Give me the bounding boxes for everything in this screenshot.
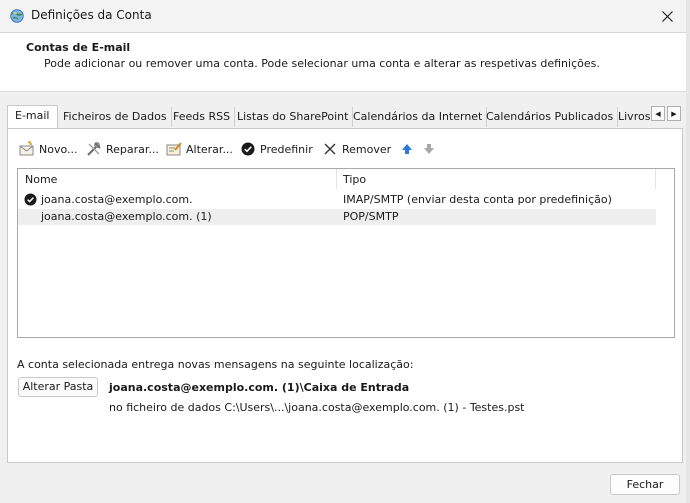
- default-account-check-icon: [24, 193, 37, 206]
- dialog-header: Contas de E-mail Pode adicionar ou remov…: [0, 33, 690, 92]
- tab-sharepoint-lists[interactable]: Listas do SharePoint: [233, 107, 354, 127]
- globe-icon: [10, 9, 24, 23]
- header-title: Contas de E-mail: [26, 41, 131, 54]
- tab-strip: E-mail Ficheiros de Dados Feeds RSS List…: [7, 105, 683, 128]
- delivery-location-label: A conta selecionada entrega novas mensag…: [17, 358, 414, 371]
- arrow-down-icon: [424, 144, 434, 154]
- close-dialog-button[interactable]: Fechar: [610, 474, 680, 495]
- tab-internet-calendars[interactable]: Calendários da Internet: [349, 107, 488, 127]
- remove-button[interactable]: Remover: [322, 140, 391, 158]
- email-tab-panel: Novo... Reparar... Alterar... Predefinir…: [7, 128, 683, 463]
- tab-data-files[interactable]: Ficheiros de Dados: [59, 107, 172, 127]
- move-down-button[interactable]: [421, 140, 441, 158]
- move-up-button[interactable]: [399, 140, 419, 158]
- account-row[interactable]: joana.costa@exemplo.com. IMAP/SMTP (envi…: [18, 192, 656, 208]
- window-edge: [686, 0, 690, 503]
- account-name: joana.costa@exemplo.com.: [41, 193, 193, 206]
- column-divider: [336, 169, 337, 189]
- new-mail-icon: [19, 141, 34, 156]
- account-row-selected[interactable]: joana.costa@exemplo.com. (1) POP/SMTP: [18, 209, 656, 225]
- tab-rss-feeds[interactable]: Feeds RSS: [169, 107, 236, 127]
- tab-scroll-left-button[interactable]: ◀: [651, 106, 665, 121]
- triangle-right-icon: ▶: [671, 109, 677, 118]
- title-bar: Definições da Conta: [0, 0, 690, 33]
- column-divider: [655, 169, 656, 189]
- new-account-button[interactable]: Novo...: [19, 140, 78, 158]
- repair-button[interactable]: Reparar...: [86, 140, 159, 158]
- column-header-name[interactable]: Nome: [25, 173, 57, 186]
- tab-scroll-right-button[interactable]: ▶: [667, 106, 681, 121]
- account-type: POP/SMTP: [343, 210, 399, 223]
- edit-card-icon: [166, 142, 182, 156]
- column-header-type[interactable]: Tipo: [343, 173, 366, 186]
- account-name: joana.costa@exemplo.com. (1): [41, 210, 212, 223]
- set-default-button[interactable]: Predefinir: [240, 140, 313, 158]
- window-close-button[interactable]: [644, 0, 690, 32]
- arrow-up-icon: [402, 144, 412, 154]
- change-folder-button[interactable]: Alterar Pasta: [18, 377, 98, 397]
- tools-icon: [87, 142, 101, 156]
- tab-email[interactable]: E-mail: [7, 105, 58, 128]
- check-circle-icon: [241, 142, 255, 156]
- change-account-button[interactable]: Alterar...: [166, 140, 233, 158]
- remove-x-icon: [324, 143, 336, 155]
- close-icon: [661, 10, 673, 22]
- account-type: IMAP/SMTP (enviar desta conta por predef…: [343, 193, 612, 206]
- header-description: Pode adicionar ou remover uma conta. Pod…: [44, 57, 600, 70]
- data-file-path: no ficheiro de dados C:\Users\...\joana.…: [109, 401, 525, 414]
- accounts-list[interactable]: Nome Tipo joana.costa@exemplo.com. IMAP/…: [17, 168, 675, 338]
- delivery-folder-path: joana.costa@exemplo.com. (1)\Caixa de En…: [109, 381, 410, 394]
- tab-address-books[interactable]: Livros: [614, 107, 654, 127]
- list-header: Nome Tipo: [18, 169, 674, 189]
- triangle-left-icon: ◀: [655, 109, 661, 118]
- tab-published-calendars[interactable]: Calendários Publicados: [482, 107, 619, 127]
- window-title: Definições da Conta: [31, 8, 152, 22]
